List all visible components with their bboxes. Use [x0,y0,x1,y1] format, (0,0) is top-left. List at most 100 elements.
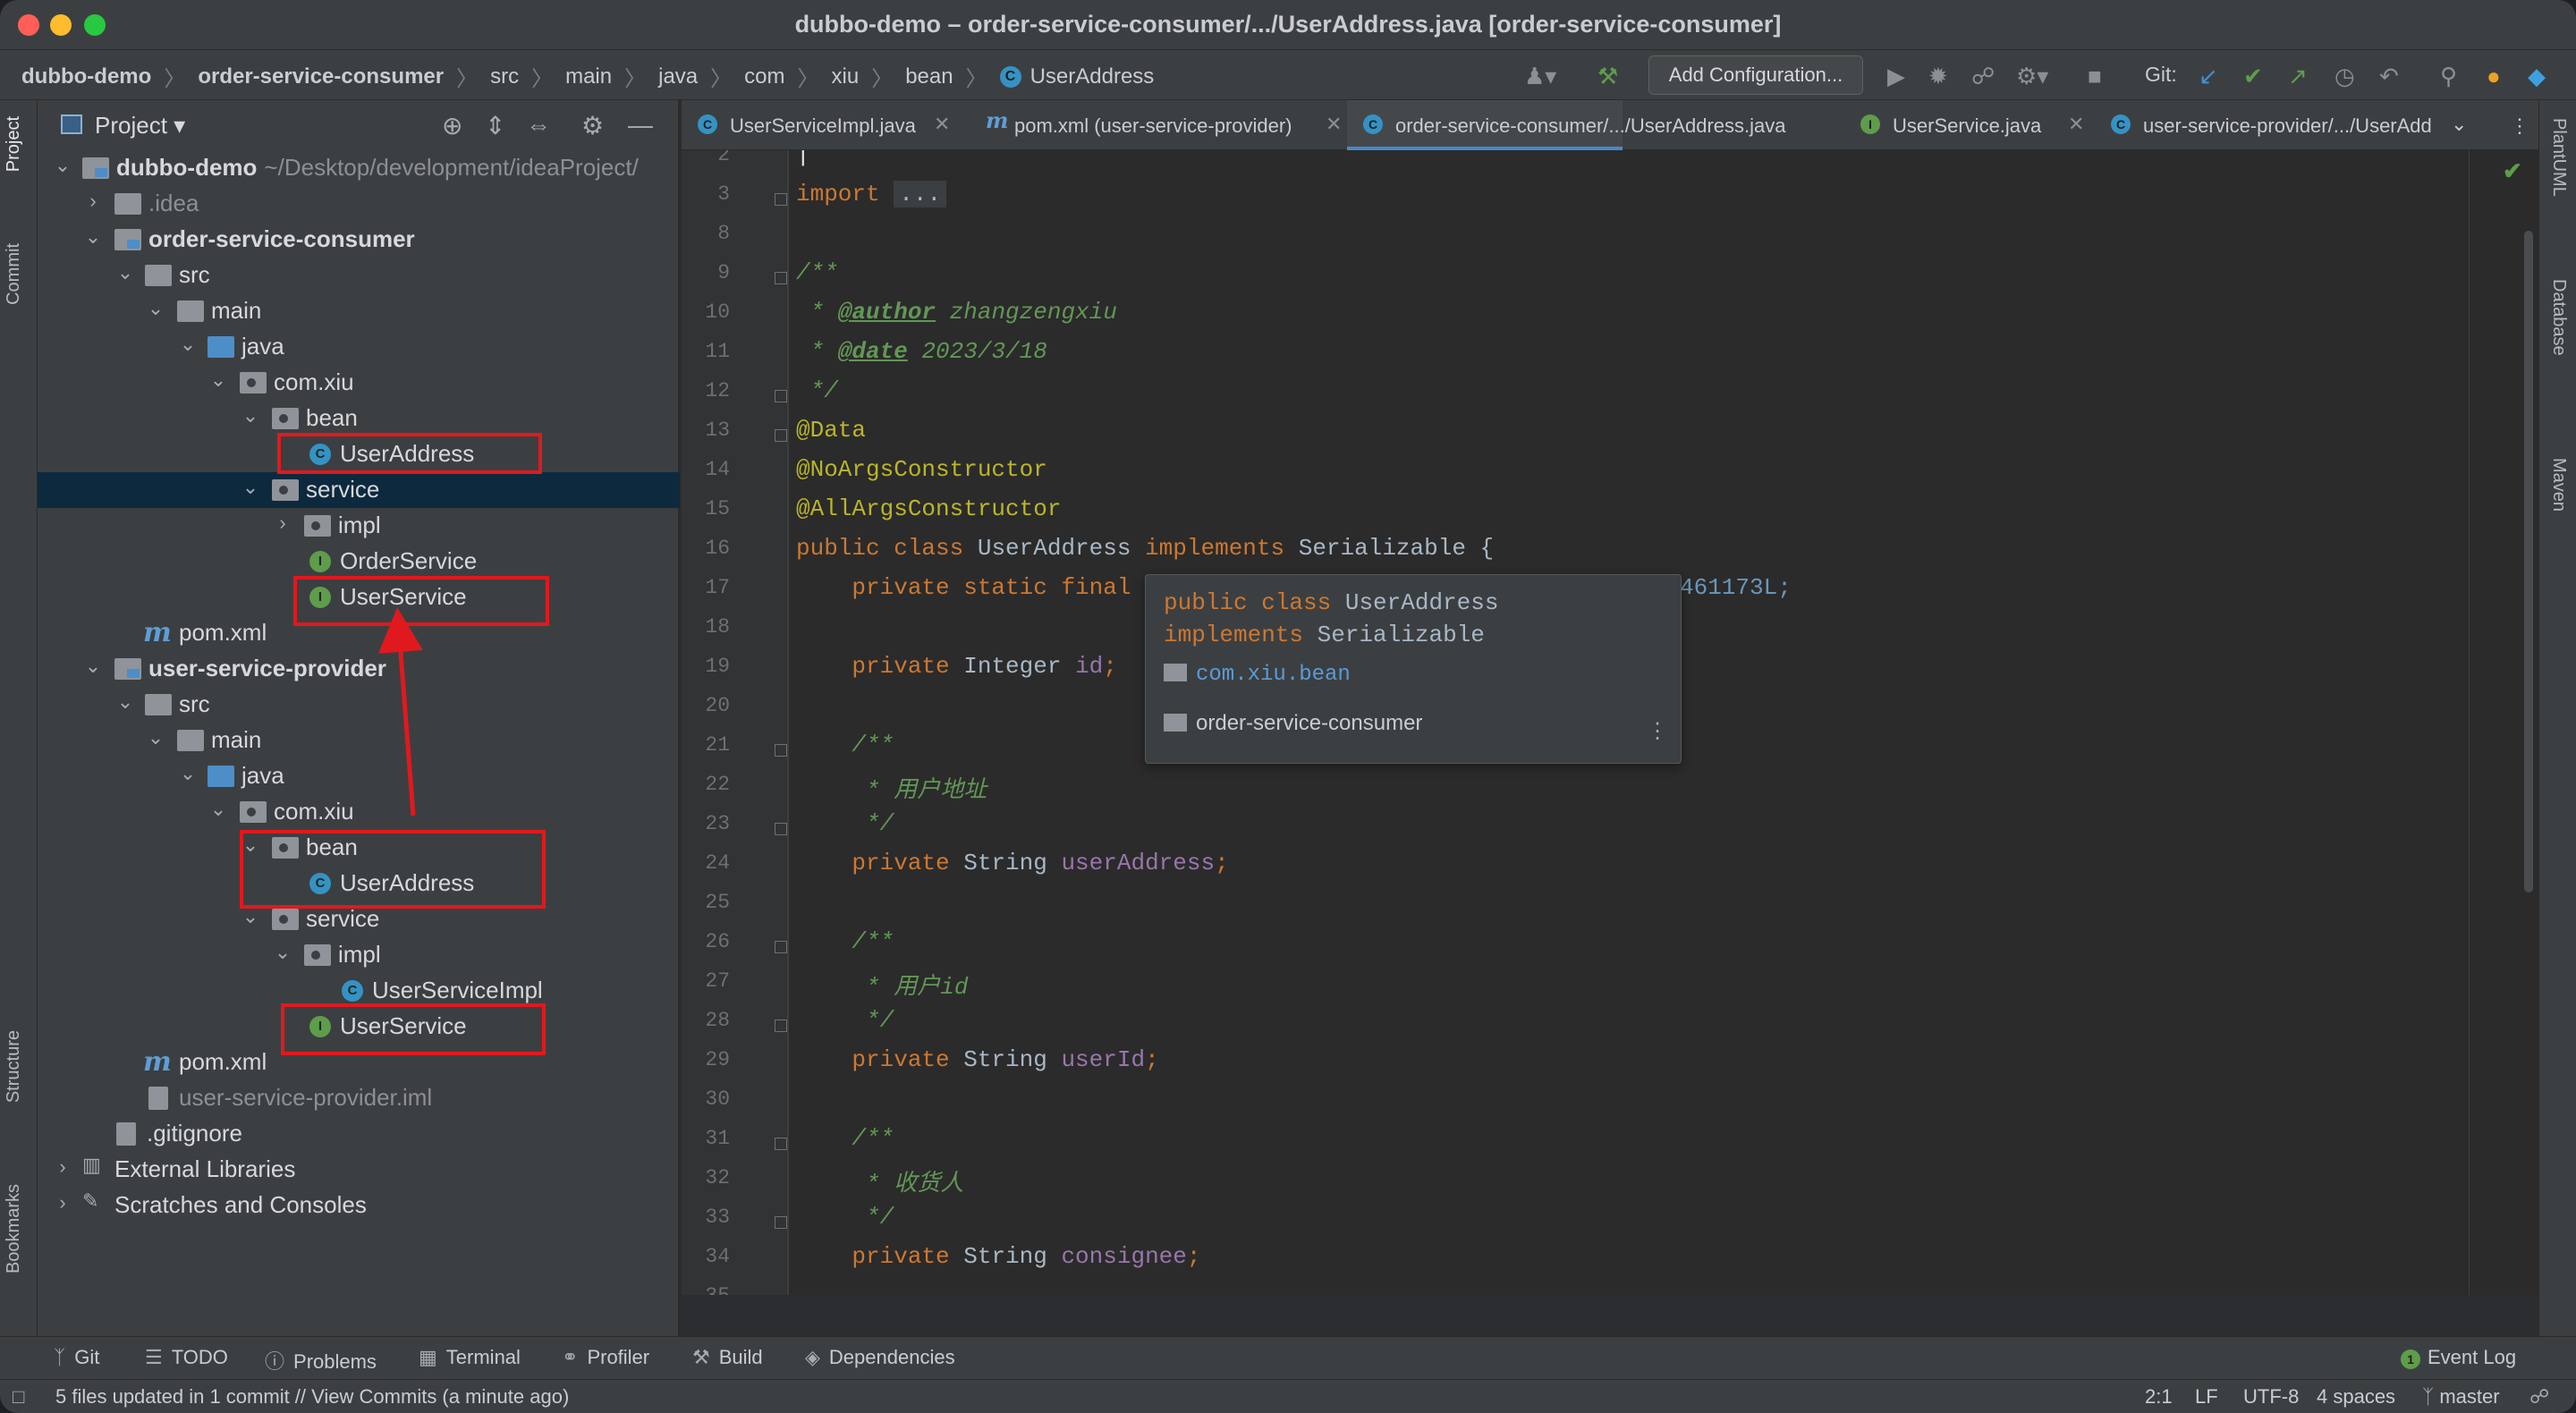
fold-marker[interactable] [775,823,787,835]
close-icon[interactable]: ✕ [2068,113,2084,136]
caret: | [796,150,810,168]
line-number: 3 [717,182,730,206]
quick-doc-popup[interactable]: public class UserAddress implements Seri… [1145,574,1682,764]
status-panel-icon[interactable]: □ [13,1385,24,1409]
fold-marker[interactable] [775,1020,787,1032]
tab-pom-xml[interactable]: m pom.xml (user-service-provider) ✕ [970,100,1354,150]
code-line: private String userAddress; [796,850,1229,876]
line-separator[interactable]: LF [2195,1385,2218,1409]
fold-marker[interactable] [775,272,787,284]
toolbar-problems[interactable]: ⓘ Problems [265,1346,377,1375]
line-number: 34 [705,1245,730,1268]
fold-marker[interactable] [775,1216,787,1229]
class-icon: C [2111,114,2131,134]
code-line-tail: 461173L; [1680,574,1792,601]
code-line: private String consignee; [796,1243,1201,1270]
caret-position[interactable]: 2:1 [2145,1385,2173,1409]
fold-marker[interactable] [775,1138,787,1150]
line-number: 19 [705,655,730,678]
event-log-icon: 1 [2401,1350,2420,1369]
line-number: 17 [705,576,730,599]
branch-icon: ᛉ [2422,1385,2440,1408]
tab-userservice[interactable]: I UserService.java ✕ [1844,100,2095,150]
code-line: */ [796,377,838,404]
toolbar-profiler[interactable]: ⚭ Profiler [562,1346,649,1369]
code-line: * @date 2023/3/18 [796,338,1047,365]
chevron-down-icon[interactable]: ⌄ [2451,113,2467,136]
toolbar-build[interactable]: ⚒ Build [692,1346,763,1369]
tab-userserviceimpl[interactable]: C UserServiceImpl.java ✕ [682,100,968,150]
line-number: 23 [705,812,730,835]
editor-tabs: C UserServiceImpl.java ✕ m pom.xml (user… [682,100,2538,150]
class-icon: C [698,114,717,134]
code-line: */ [796,1007,894,1034]
close-icon[interactable]: ✕ [1326,113,1342,136]
line-number: 10 [705,300,730,324]
popup-package-link[interactable]: com.xiu.bean [1164,663,1351,687]
code-line: import ... [796,181,947,207]
code-line: * 收货人 [796,1171,964,1197]
maven-icon: m [986,107,1009,133]
line-number: 13 [705,419,730,442]
code-line: @AllArgsConstructor [796,495,1062,522]
line-number: 29 [705,1048,730,1071]
line-number: 27 [705,969,730,993]
code-line: * 用户地址 [796,777,987,804]
line-number: 33 [705,1206,730,1229]
toolbar-terminal[interactable]: ▦ Terminal [419,1346,521,1369]
more-options-icon[interactable]: ⋮ [1647,718,1668,744]
line-number: 25 [705,891,730,914]
line-number: 32 [705,1166,730,1189]
line-number: 28 [705,1009,730,1032]
toolbar-event-log[interactable]: 1 Event Log [2401,1346,2516,1369]
toolbar-git[interactable]: ᛉ Git [54,1346,99,1369]
line-number: 22 [705,773,730,796]
code-line: private String userId; [796,1046,1159,1073]
more-tabs-icon[interactable]: ⋮ [2503,100,2529,150]
editor-scrollbar[interactable] [2524,231,2533,893]
code-line: /** [796,259,838,286]
tab-active-fill [1347,100,1624,150]
ide-window: dubbo-demo – order-service-consumer/.../… [0,0,2576,1413]
tab-useraddress-provider[interactable]: C user-service-provider/.../UserAdd ⌄ [2095,100,2470,150]
fold-marker[interactable] [775,193,787,206]
line-number: 30 [705,1087,730,1111]
line-number: 18 [705,615,730,639]
fold-marker[interactable] [775,429,787,442]
line-number: 15 [705,497,730,520]
file-encoding[interactable]: UTF-8 [2243,1385,2299,1409]
tool-window-bar: ᛉ Git ☰ TODO ⓘ Problems ▦ Terminal ⚭ Profiler… [0,1336,2576,1379]
no-problems-icon: ✔ [2503,157,2522,184]
toolbar-dependencies[interactable]: ◈ Dependencies [805,1346,955,1369]
line-number: 26 [705,930,730,953]
indent-setting[interactable]: 4 spaces [2317,1385,2395,1409]
line-number: 12 [705,379,730,402]
line-number: 20 [705,694,730,717]
code-line: */ [796,810,894,837]
code-line: private Integer id; [796,653,1117,680]
line-number: 16 [705,537,730,560]
fold-marker[interactable] [775,744,787,757]
line-number: 9 [717,261,730,284]
popup-signature-line: public class UserAddress [1164,589,1499,616]
code-line: @Data [796,417,867,444]
line-number: 31 [705,1127,730,1150]
code-line: @NoArgsConstructor [796,456,1047,483]
code-line: private static final [796,574,1146,601]
popup-module-label: order-service-consumer [1164,711,1422,736]
line-number: 24 [705,851,730,875]
line-number: 35 [682,1284,730,1295]
toolbar-todo[interactable]: ☰ TODO [145,1346,228,1369]
gutter-divider [787,150,789,1295]
line-number: 21 [705,733,730,757]
code-line: /** [796,1125,894,1152]
code-line: /** [796,732,894,758]
code-line: * @author zhangzengxiu [796,299,1117,326]
status-message[interactable]: 5 files updated in 1 commit // View Comm… [55,1385,569,1409]
right-margin-guide [2469,150,2470,1295]
close-icon[interactable]: ✕ [934,113,950,136]
fold-marker[interactable] [775,390,787,402]
fold-marker[interactable] [775,941,787,953]
lock-icon[interactable]: ☍ [2529,1385,2549,1409]
git-branch[interactable]: ᛉ master [2422,1385,2500,1409]
